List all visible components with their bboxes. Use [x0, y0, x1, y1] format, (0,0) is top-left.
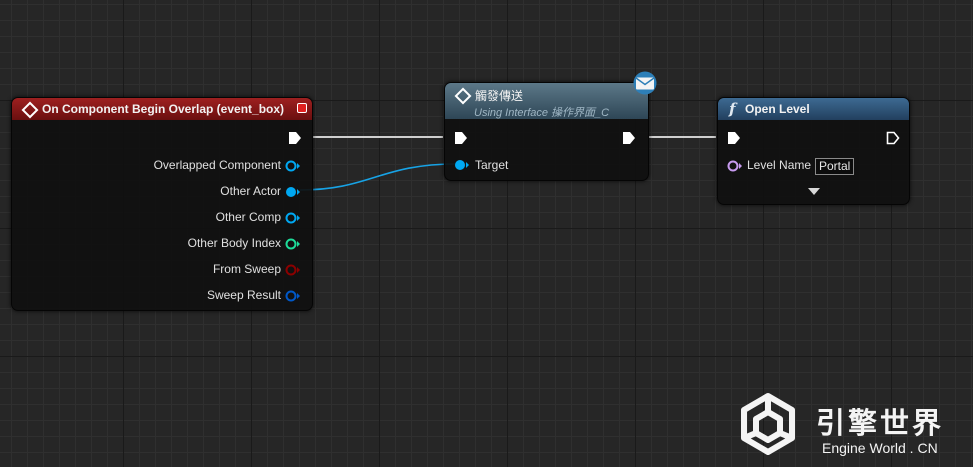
envelope-icon [633, 71, 657, 95]
pin-label-other-body-index: Other Body Index [187, 236, 281, 250]
other-actor-pin-icon[interactable] [285, 185, 301, 199]
object-wire-otheractor-to-target[interactable] [299, 163, 457, 191]
sweep-result-pin-icon[interactable] [285, 289, 301, 303]
level-name-pin-icon[interactable] [726, 159, 742, 173]
pin-label-from-sweep: From Sweep [212, 262, 281, 276]
exec-output-pin-icon[interactable] [886, 131, 900, 145]
interface-message-subtitle: Using Interface 操作界面_C [474, 107, 610, 119]
engine-world-logo-icon [741, 393, 795, 455]
level-name-input[interactable]: Portal [815, 158, 855, 175]
other-body-index-pin-icon[interactable] [285, 237, 301, 251]
interface-message-title: 觸發傳送 [475, 89, 524, 103]
advanced-display-toggle[interactable] [808, 188, 820, 195]
pin-label-overlapped-component: Overlapped Component [153, 158, 281, 172]
pin-label-target: Target [475, 158, 509, 172]
other-comp-pin-icon[interactable] [285, 211, 301, 225]
function-icon: f [729, 100, 736, 118]
from-sweep-pin-icon[interactable] [285, 263, 301, 277]
pin-label-other-comp: Other Comp [215, 210, 281, 224]
watermark-title: 引擎世界 [816, 408, 945, 440]
interface-message-node[interactable]: 觸發傳送 Using Interface 操作界面_C Target [444, 82, 649, 181]
exec-input-pin-icon[interactable] [454, 131, 468, 145]
pin-label-sweep-result: Sweep Result [206, 288, 281, 302]
target-pin-icon[interactable] [453, 158, 469, 172]
exec-input-pin-icon[interactable] [727, 131, 741, 145]
blueprint-graph-canvas[interactable]: On Component Begin Overlap (event_box) O… [0, 0, 973, 467]
open-level-title: Open Level [745, 102, 810, 116]
watermark-subtitle: Engine World . CN [822, 440, 938, 456]
open-level-node[interactable]: f Open Level Level Name Portal [717, 97, 910, 205]
delegate-output-pin-icon[interactable] [297, 103, 307, 113]
pin-label-level-name: Level Name [747, 158, 812, 172]
overlapped-component-pin-icon[interactable] [285, 159, 301, 173]
overlap-event-node[interactable]: On Component Begin Overlap (event_box) O… [11, 97, 313, 311]
pin-label-other-actor: Other Actor [220, 184, 281, 198]
overlap-event-title: On Component Begin Overlap (event_box) [42, 102, 285, 116]
exec-output-pin-icon[interactable] [622, 131, 636, 145]
exec-output-pin-icon[interactable] [288, 131, 302, 145]
